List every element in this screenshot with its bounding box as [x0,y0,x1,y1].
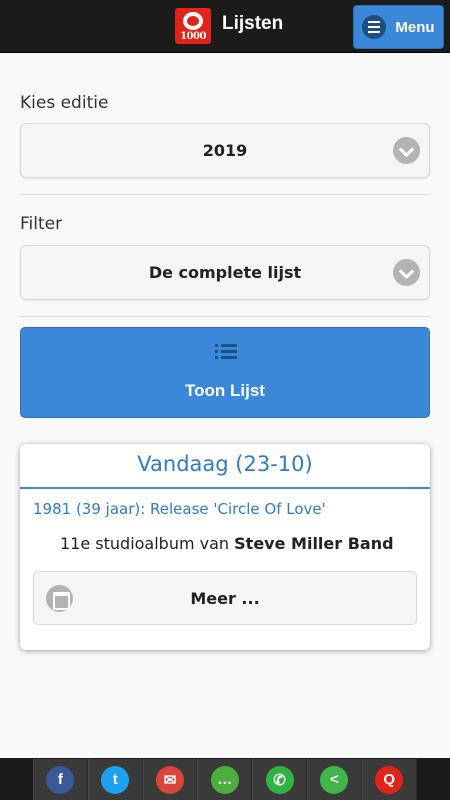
qmusic-share-button[interactable]: Q [361,759,417,800]
show-list-label: Toon Lijst [185,381,265,400]
today-event-link[interactable]: 1981 (39 jaar): Release 'Circle Of Love' [33,500,326,518]
facebook-icon: f [46,765,75,794]
facebook-share-button[interactable]: f [33,759,88,800]
today-title: Vandaag (23-10) [137,452,313,476]
list-icon [215,344,237,360]
today-card: Vandaag (23-10) 1981 (39 jaar): Release … [20,444,430,650]
calendar-icon [46,585,73,612]
share-share-button[interactable]: < [306,759,362,800]
menu-button[interactable]: Menu [353,5,444,49]
chevron-down-icon [393,137,420,164]
logo-text: 1000 [180,31,206,42]
whatsapp-icon: ✆ [265,765,294,794]
filter-value: De complete lijst [148,263,302,282]
chevron-down-icon [393,259,420,286]
divider [20,316,430,317]
today-description: 11e studioalbum van Steve Miller Band [60,534,394,553]
more-label: Meer ... [190,588,260,608]
divider [20,194,430,195]
whatsapp-share-button[interactable]: ✆ [252,759,307,800]
edition-label: Kies editie [20,93,109,113]
hamburger-icon [362,15,387,39]
email-share-button[interactable]: ✉ [142,759,198,800]
desc-prefix: 11e studioalbum van [60,534,235,553]
share-buttons: f t ✉ … ✆ < Q [33,759,417,800]
top1000-logo[interactable]: 1000 [175,8,211,44]
menu-label: Menu [395,18,435,36]
show-list-button[interactable]: Toon Lijst [20,327,430,418]
email-icon: ✉ [155,765,184,794]
edition-select[interactable]: 2019 [20,123,430,178]
twitter-share-button[interactable]: t [87,759,143,800]
filter-select[interactable]: De complete lijst [20,245,430,300]
share-icon: < [320,765,349,794]
filter-label: Filter [20,214,63,234]
card-divider [20,487,430,489]
artist-name: Steve Miller Band [234,534,394,553]
top-header: 1000 Lijsten Menu [0,0,450,53]
qmusic-icon: Q [375,765,404,794]
sms-share-button[interactable]: … [197,759,253,800]
twitter-icon: t [101,765,130,794]
edition-value: 2019 [202,141,248,160]
share-bar: f t ✉ … ✆ < Q [0,758,450,800]
logo-ring [183,12,203,30]
more-button[interactable]: Meer ... [33,571,417,625]
sms-icon: … [210,765,239,794]
page-title: Lijsten [222,13,284,34]
